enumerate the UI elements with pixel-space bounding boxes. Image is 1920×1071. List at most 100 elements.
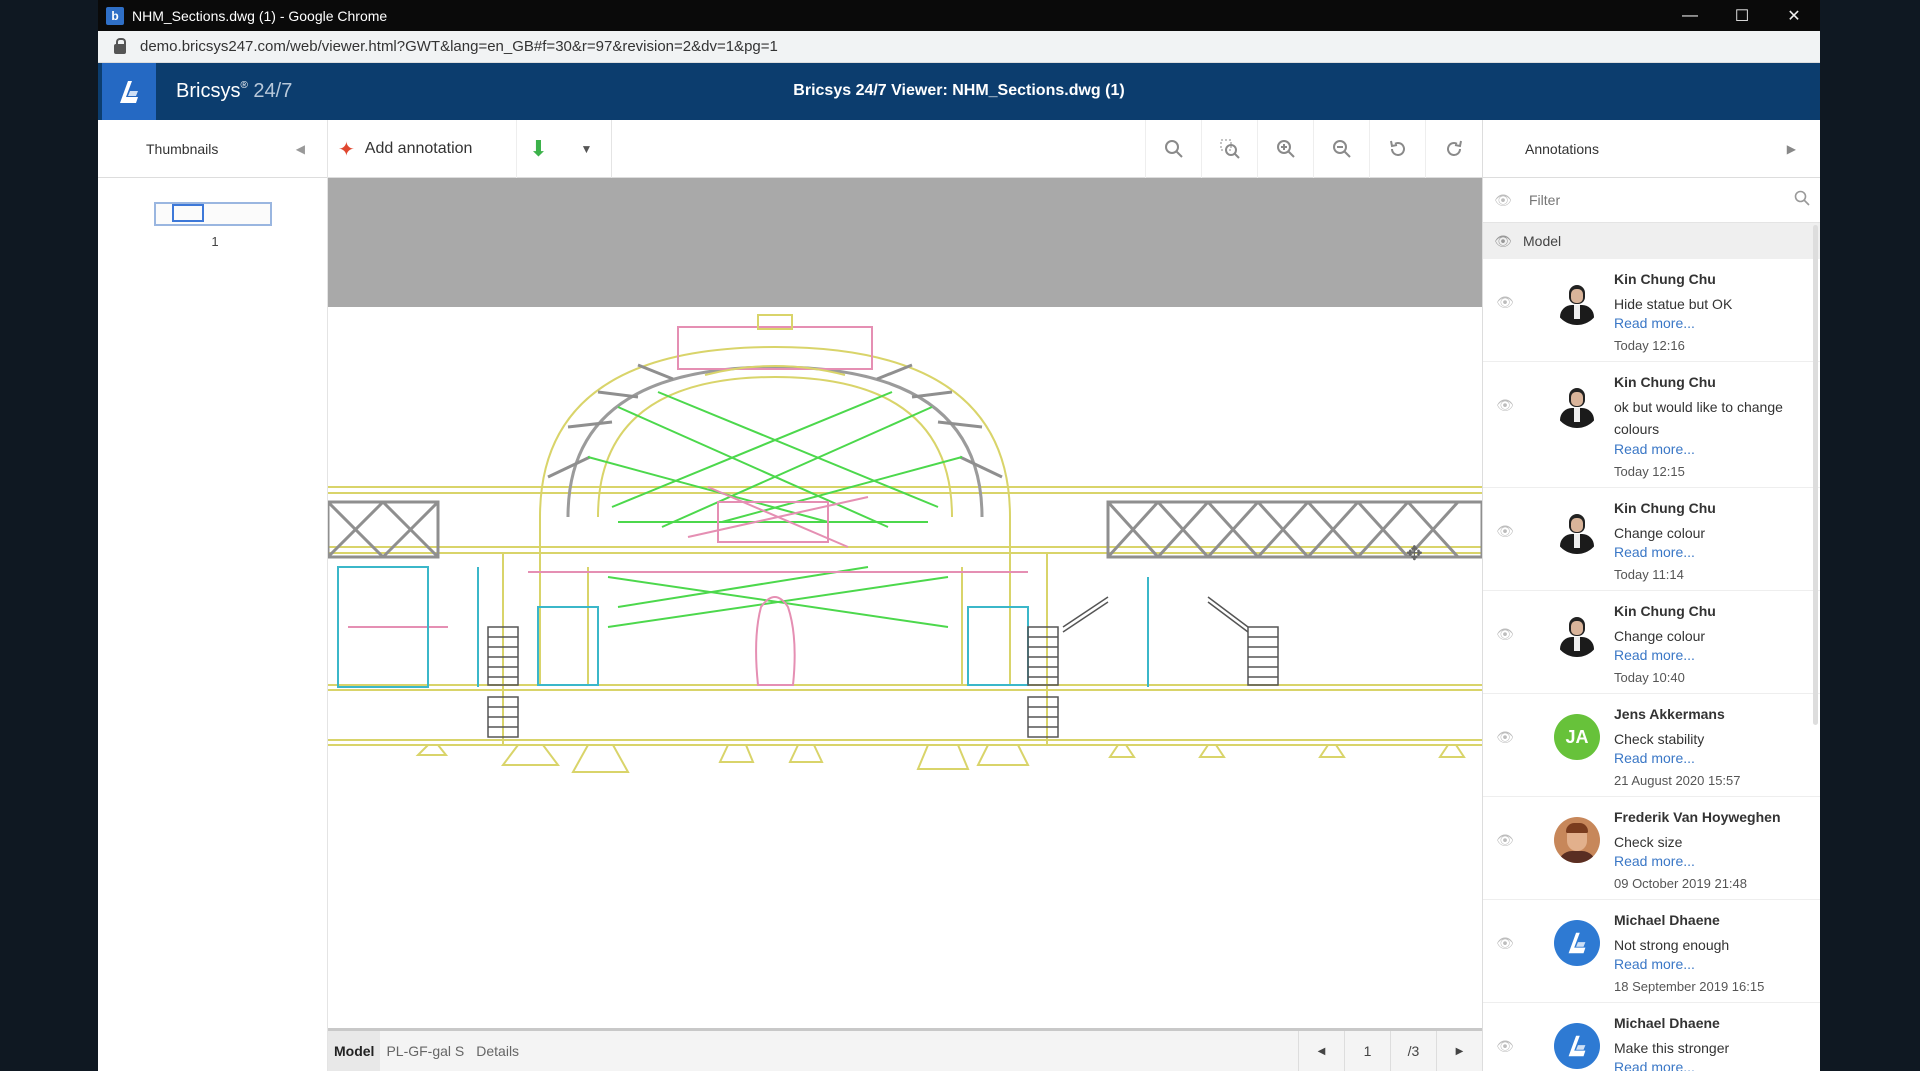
zoom-out-icon[interactable] [1313, 120, 1369, 178]
annotation-message: Hide statue but OK [1614, 296, 1733, 312]
app-header: Bricsys® 24/7 Bricsys 24/7 Viewer: NHM_S… [98, 63, 1820, 120]
annotations-label: Annotations [1525, 141, 1599, 157]
annotation-time: Today 12:16 [1614, 338, 1685, 353]
eye-toggle-icon[interactable]: 👁 [1485, 397, 1525, 414]
move-cursor-icon: ✥ [1406, 543, 1423, 565]
eye-toggle-icon[interactable]: 👁 [1485, 294, 1525, 311]
annotation-item[interactable]: 👁 Michael Dhaene Make this stronger Read… [1483, 1003, 1820, 1071]
rotate-right-icon[interactable] [1425, 120, 1481, 178]
viewer-title: Bricsys 24/7 Viewer: NHM_Sections.dwg (1… [793, 82, 1125, 99]
zoom-icon[interactable] [1145, 120, 1201, 178]
bricsys-logo-icon [1568, 932, 1586, 954]
thumbnail-page-number: 1 [211, 234, 219, 249]
bricsys-app-icon: b [106, 6, 124, 25]
annotations-scrollbar[interactable] [1813, 225, 1818, 725]
download-button[interactable]: ⬇ [516, 120, 560, 178]
search-icon[interactable] [1794, 190, 1810, 211]
annotation-time: Today 11:14 [1614, 567, 1684, 582]
annotation-time: Today 10:40 [1614, 670, 1685, 685]
thumbnail-viewport [172, 204, 204, 222]
minimize-button[interactable]: — [1664, 0, 1716, 31]
next-page-icon[interactable]: ▶ [1436, 1031, 1482, 1071]
annotation-item[interactable]: 👁 Michael Dhaene Not strong enough Read … [1483, 900, 1820, 1003]
section-drawing[interactable] [328, 307, 1482, 1028]
caret-down-icon: ▼ [580, 142, 593, 156]
toolbar: Thumbnails ◀ ✦ Add annotation ⬇ ▼ Annota… [98, 120, 1820, 178]
avatar [1554, 508, 1600, 554]
annotation-time: Today 12:15 [1614, 464, 1685, 479]
annotation-item[interactable]: 👁 Kin Chung Chu Change colour Read more.… [1483, 488, 1820, 591]
annotation-item[interactable]: 👁 JA Jens Akkermans Check stability Read… [1483, 694, 1820, 797]
eye-toggle-icon[interactable]: 👁 [1483, 192, 1523, 209]
avatar [1554, 611, 1600, 657]
filter-bar: 👁 [1483, 178, 1820, 223]
read-more-link[interactable]: Read more... [1614, 544, 1695, 560]
pin-icon: ✦ [338, 138, 355, 161]
avatar [1554, 1023, 1600, 1069]
filter-input[interactable] [1529, 192, 1769, 208]
annotation-message: Check size [1614, 834, 1683, 850]
annotations-panel: 👁 👁 Model 👁 Kin Chung Chu Hide statue bu… [1482, 178, 1820, 1071]
previous-page-icon[interactable]: ◀ [1298, 1031, 1344, 1071]
eye-toggle-icon[interactable]: 👁 [1485, 1038, 1525, 1055]
read-more-link[interactable]: Read more... [1614, 441, 1695, 457]
drawing-canvas[interactable]: ✥ [328, 178, 1482, 1028]
rotate-left-icon[interactable] [1369, 120, 1425, 178]
eye-toggle-icon[interactable]: 👁 [1485, 626, 1525, 643]
annotation-author: Kin Chung Chu [1614, 603, 1716, 619]
close-button[interactable]: ✕ [1768, 0, 1820, 31]
tab-model[interactable]: Model [328, 1031, 381, 1071]
address-bar[interactable]: demo.bricsys247.com/web/viewer.html?GWT&… [98, 31, 1820, 63]
thumbnails-label: Thumbnails [146, 141, 219, 157]
add-annotation-label: Add annotation [364, 140, 473, 157]
read-more-link[interactable]: Read more... [1614, 956, 1695, 972]
collapse-left-icon[interactable]: ◀ [296, 142, 305, 156]
annotation-author: Kin Chung Chu [1614, 271, 1716, 287]
annotation-time: 18 September 2019 16:15 [1614, 979, 1765, 994]
url-text[interactable]: demo.bricsys247.com/web/viewer.html?GWT&… [140, 38, 778, 55]
read-more-link[interactable]: Read more... [1614, 750, 1695, 766]
eye-toggle-icon[interactable]: 👁 [1485, 832, 1525, 849]
download-dropdown[interactable]: ▼ [562, 120, 612, 178]
maximize-button[interactable]: ☐ [1716, 0, 1768, 31]
window-title: NHM_Sections.dwg (1) - Google Chrome [132, 7, 388, 24]
annotation-message: Change colour [1614, 628, 1706, 644]
annotation-item[interactable]: 👁 Kin Chung Chu Hide statue but OK Read … [1483, 259, 1820, 362]
annotations-header[interactable]: Annotations ▶ [1482, 120, 1820, 178]
annotation-list: 👁 Kin Chung Chu Hide statue but OK Read … [1483, 259, 1820, 1071]
eye-toggle-icon[interactable]: 👁 [1483, 233, 1523, 250]
collapse-right-icon[interactable]: ▶ [1787, 142, 1796, 156]
bricsys-logo-icon [1568, 1035, 1586, 1057]
lock-icon [114, 37, 126, 54]
annotation-message: ok but would like to change colours [1614, 399, 1783, 437]
eye-toggle-icon[interactable]: 👁 [1485, 523, 1525, 540]
annotation-item[interactable]: 👁 Kin Chung Chu ok but would like to cha… [1483, 362, 1820, 488]
annotation-author: Kin Chung Chu [1614, 374, 1716, 390]
add-annotation-button[interactable]: ✦ Add annotation [338, 120, 472, 178]
page-number-input[interactable]: 1 [1344, 1031, 1390, 1071]
tab-details[interactable]: Details [470, 1031, 525, 1071]
avatar: JA [1554, 714, 1600, 760]
annotation-item[interactable]: 👁 Kin Chung Chu Change colour Read more.… [1483, 591, 1820, 694]
annotation-group-model[interactable]: 👁 Model [1483, 223, 1820, 259]
zoom-in-icon[interactable] [1257, 120, 1313, 178]
annotation-author: Michael Dhaene [1614, 912, 1720, 928]
annotation-author: Michael Dhaene [1614, 1015, 1720, 1031]
zoom-window-icon[interactable] [1201, 120, 1257, 178]
read-more-link[interactable]: Read more... [1614, 1059, 1695, 1071]
eye-toggle-icon[interactable]: 👁 [1485, 935, 1525, 952]
annotation-item[interactable]: 👁 Frederik Van Hoyweghen Check size Read… [1483, 797, 1820, 900]
read-more-link[interactable]: Read more... [1614, 647, 1695, 663]
thumbnails-header[interactable]: Thumbnails ◀ [102, 120, 328, 178]
avatar [1554, 920, 1600, 966]
eye-toggle-icon[interactable]: 👁 [1485, 729, 1525, 746]
read-more-link[interactable]: Read more... [1614, 853, 1695, 869]
page-thumbnail[interactable] [154, 202, 272, 226]
read-more-link[interactable]: Read more... [1614, 315, 1695, 331]
avatar [1554, 382, 1600, 428]
annotation-message: Not strong enough [1614, 937, 1730, 953]
group-label: Model [1523, 233, 1562, 249]
tab-pl-gf-gal-s[interactable]: PL-GF-gal S [380, 1031, 470, 1071]
desktop: b NHM_Sections.dwg (1) - Google Chrome —… [0, 0, 1920, 1071]
avatar [1554, 279, 1600, 325]
